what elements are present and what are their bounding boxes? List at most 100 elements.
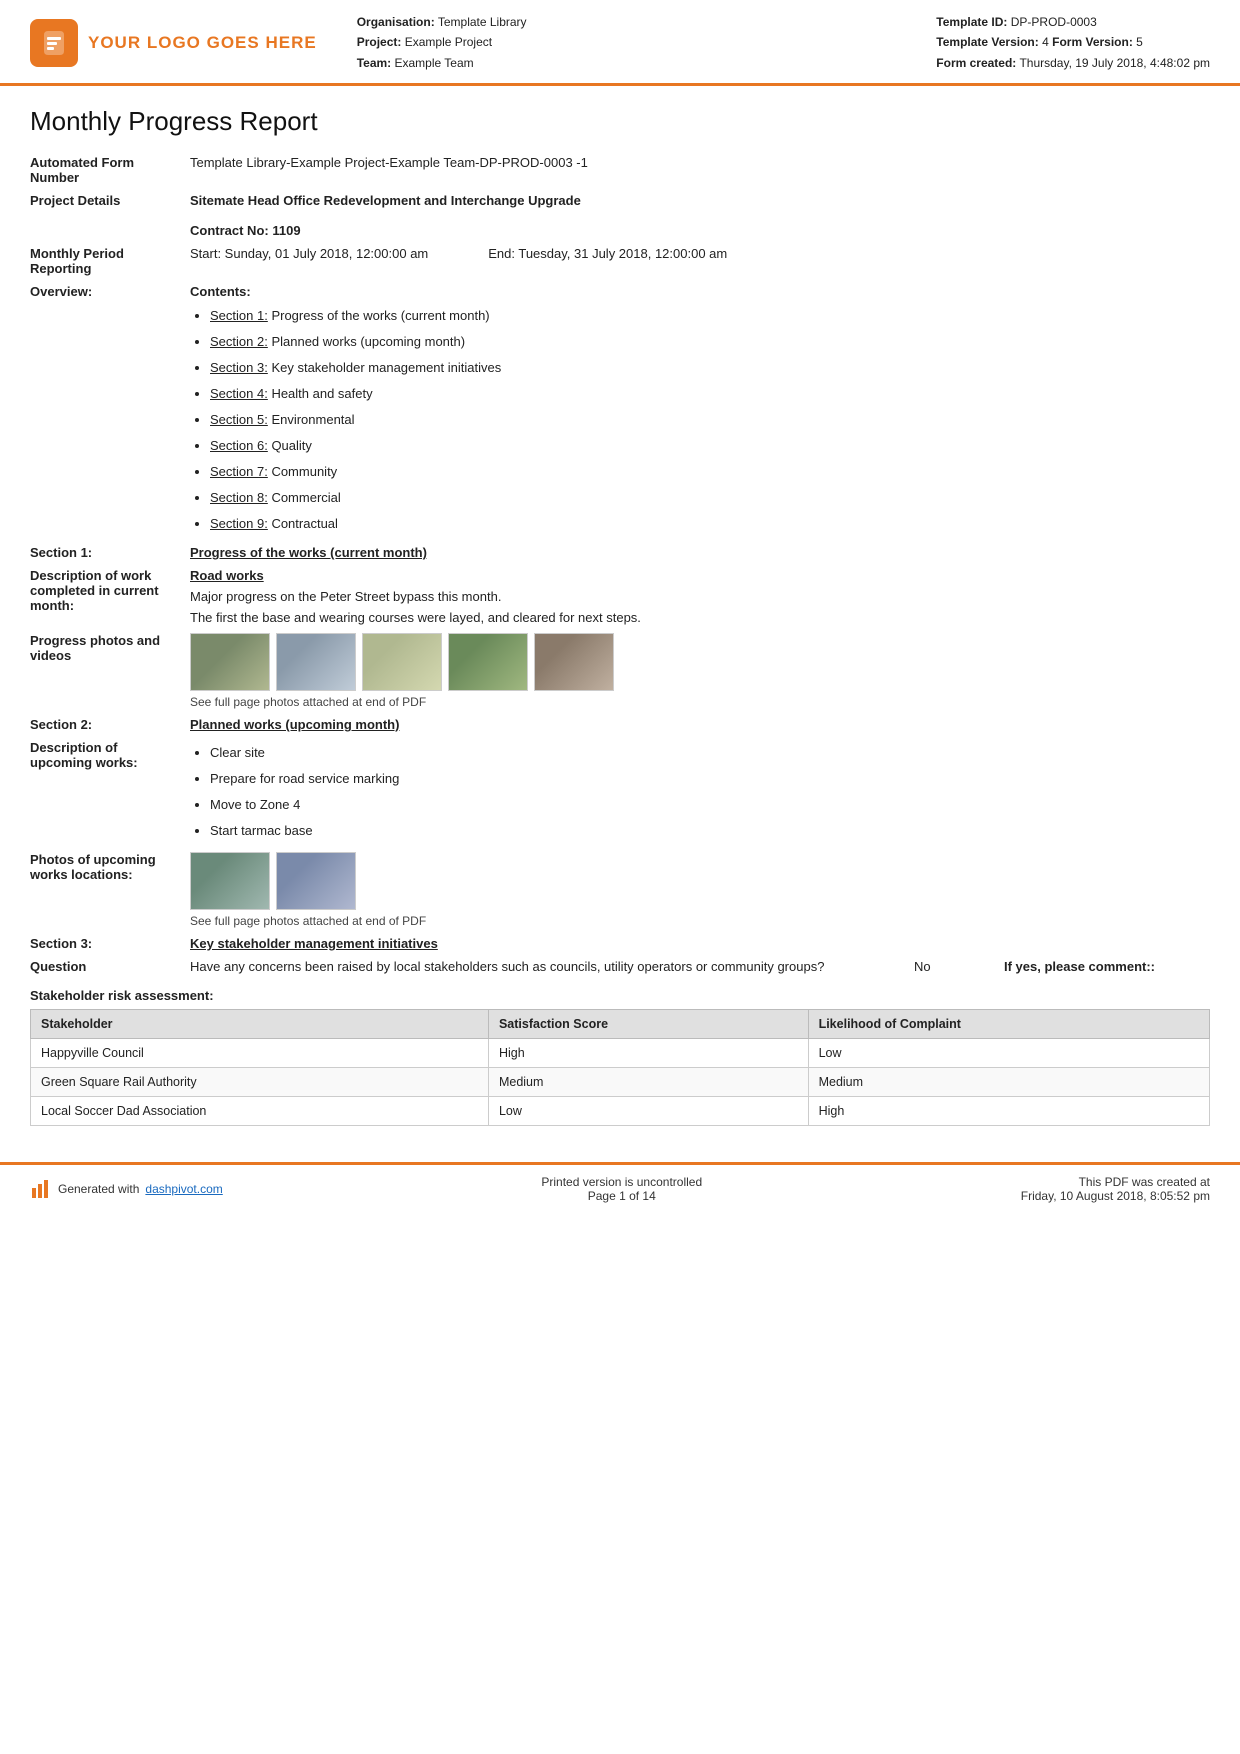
stk-header-row: Stakeholder Satisfaction Score Likelihoo… xyxy=(31,1010,1210,1039)
list-item: Section 9: Contractual xyxy=(210,511,1204,537)
footer-print-line2: Page 1 of 14 xyxy=(541,1189,702,1203)
list-item: Section 4: Health and safety xyxy=(210,381,1204,407)
org-value: Template Library xyxy=(438,15,527,29)
section6-link[interactable]: Section 6: xyxy=(210,438,268,453)
table-row: Local Soccer Dad AssociationLowHigh xyxy=(31,1097,1210,1126)
upcoming-photos-row: Photos of upcoming works locations: See … xyxy=(30,848,1210,932)
table-row: Happyville CouncilHighLow xyxy=(31,1039,1210,1068)
upcoming-photos-caption: See full page photos attached at end of … xyxy=(190,914,1204,928)
photos-row xyxy=(190,633,1204,691)
team-value: Example Team xyxy=(395,56,474,70)
upcoming-photos-row xyxy=(190,852,1204,910)
section2-label: Section 2: xyxy=(30,713,190,736)
footer-right: This PDF was created at Friday, 10 Augus… xyxy=(1021,1175,1210,1203)
section1-link[interactable]: Section 1: xyxy=(210,308,268,323)
project-details-row: Project Details Sitemate Head Office Red… xyxy=(30,189,1210,242)
stk-cell: Low xyxy=(808,1039,1209,1068)
logo-area: YOUR LOGO GOES HERE xyxy=(30,19,317,67)
upcoming-works-value: Clear site Prepare for road service mark… xyxy=(190,736,1210,848)
stk-col1-header: Stakeholder xyxy=(31,1010,489,1039)
desc-work-label: Description of work completed in current… xyxy=(30,564,190,629)
page-footer: Generated with dashpivot.com Printed ver… xyxy=(0,1162,1240,1213)
section3-link[interactable]: Section 3: xyxy=(210,360,268,375)
form-version-label: Form Version: xyxy=(1052,35,1133,49)
stk-cell: Local Soccer Dad Association xyxy=(31,1097,489,1126)
progress-photos-value: See full page photos attached at end of … xyxy=(190,629,1210,713)
stk-body: Happyville CouncilHighLowGreen Square Ra… xyxy=(31,1039,1210,1126)
form-created-value: Thursday, 19 July 2018, 4:48:02 pm xyxy=(1019,56,1210,70)
question-answer: No xyxy=(914,959,974,974)
section1-row: Section 1: Progress of the works (curren… xyxy=(30,541,1210,564)
stk-col3-header: Likelihood of Complaint xyxy=(808,1010,1209,1039)
progress-photos-row: Progress photos and videos See full page… xyxy=(30,629,1210,713)
stk-col2-header: Satisfaction Score xyxy=(488,1010,808,1039)
header-meta: Organisation: Template Library Project: … xyxy=(317,12,1210,73)
period-end: End: Tuesday, 31 July 2018, 12:00:00 am xyxy=(488,246,727,261)
stakeholder-table: Stakeholder Satisfaction Score Likelihoo… xyxy=(30,1009,1210,1126)
header-meta-right: Template ID: DP-PROD-0003 Template Versi… xyxy=(936,12,1210,73)
photo-thumb xyxy=(448,633,528,691)
section4-link[interactable]: Section 4: xyxy=(210,386,268,401)
period-start: Start: Sunday, 01 July 2018, 12:00:00 am xyxy=(190,246,428,261)
contents-list: Section 1: Progress of the works (curren… xyxy=(190,303,1204,537)
contents-label: Contents: xyxy=(190,284,1204,299)
photo-thumb xyxy=(190,633,270,691)
photo-thumb xyxy=(534,633,614,691)
section9-link[interactable]: Section 9: xyxy=(210,516,268,531)
section2-link[interactable]: Section 2: xyxy=(210,334,268,349)
stk-cell: High xyxy=(488,1039,808,1068)
monthly-period-value: Start: Sunday, 01 July 2018, 12:00:00 am… xyxy=(190,242,1210,280)
footer-print-line1: Printed version is uncontrolled xyxy=(541,1175,702,1189)
table-row: Green Square Rail AuthorityMediumMedium xyxy=(31,1068,1210,1097)
report-title: Monthly Progress Report xyxy=(30,106,1210,137)
stk-cell: Medium xyxy=(488,1068,808,1097)
desc-work-row: Description of work completed in current… xyxy=(30,564,1210,629)
list-item: Start tarmac base xyxy=(210,818,1204,844)
monthly-period-row: Monthly Period Reporting Start: Sunday, … xyxy=(30,242,1210,280)
footer-created-line2: Friday, 10 August 2018, 8:05:52 pm xyxy=(1021,1189,1210,1203)
overview-label: Overview: xyxy=(30,280,190,541)
question-text: Have any concerns been raised by local s… xyxy=(190,959,884,974)
list-item: Section 8: Commercial xyxy=(210,485,1204,511)
question-row: Question Have any concerns been raised b… xyxy=(30,955,1210,978)
section3-row: Section 3: Key stakeholder management in… xyxy=(30,932,1210,955)
upcoming-works-list: Clear site Prepare for road service mark… xyxy=(190,740,1204,844)
project-value: Example Project xyxy=(405,35,492,49)
project-details-value: Sitemate Head Office Redevelopment and I… xyxy=(190,189,1210,242)
list-item: Section 7: Community xyxy=(210,459,1204,485)
logo-text: YOUR LOGO GOES HERE xyxy=(88,33,317,53)
dashpivot-logo-icon xyxy=(30,1178,52,1200)
footer-generated-text: Generated with xyxy=(58,1182,139,1196)
photos-caption: See full page photos attached at end of … xyxy=(190,695,1204,709)
question-comment-label: If yes, please comment:: xyxy=(1004,959,1204,974)
photo-thumb xyxy=(276,633,356,691)
list-item: Move to Zone 4 xyxy=(210,792,1204,818)
stk-cell: Happyville Council xyxy=(31,1039,489,1068)
project-label: Project: xyxy=(357,35,402,49)
section1-label: Section 1: xyxy=(30,541,190,564)
footer-center: Printed version is uncontrolled Page 1 o… xyxy=(541,1175,702,1203)
photo-thumb xyxy=(276,852,356,910)
footer-generated-link[interactable]: dashpivot.com xyxy=(145,1182,222,1196)
page-header: YOUR LOGO GOES HERE Organisation: Templa… xyxy=(0,0,1240,86)
list-item: Section 2: Planned works (upcoming month… xyxy=(210,329,1204,355)
team-label: Team: xyxy=(357,56,391,70)
template-id-value: DP-PROD-0003 xyxy=(1011,15,1097,29)
section1-title: Progress of the works (current month) xyxy=(190,541,1210,564)
section5-link[interactable]: Section 5: xyxy=(210,412,268,427)
automated-form-label: Automated Form Number xyxy=(30,151,190,189)
desc-work-value: Road works Major progress on the Peter S… xyxy=(190,564,1210,629)
template-version-value: 4 xyxy=(1042,35,1049,49)
question-value: Have any concerns been raised by local s… xyxy=(190,955,1210,978)
section8-link[interactable]: Section 8: xyxy=(210,490,268,505)
stk-cell: Medium xyxy=(808,1068,1209,1097)
section7-link[interactable]: Section 7: xyxy=(210,464,268,479)
question-content: Have any concerns been raised by local s… xyxy=(190,959,1204,974)
photo-thumb xyxy=(190,852,270,910)
project-details-label: Project Details xyxy=(30,189,190,242)
road-works-desc1: Major progress on the Peter Street bypas… xyxy=(190,589,1204,604)
logo-svg xyxy=(38,27,70,59)
stk-cell: High xyxy=(808,1097,1209,1126)
section3-label: Section 3: xyxy=(30,932,190,955)
template-id-label: Template ID: xyxy=(936,15,1007,29)
